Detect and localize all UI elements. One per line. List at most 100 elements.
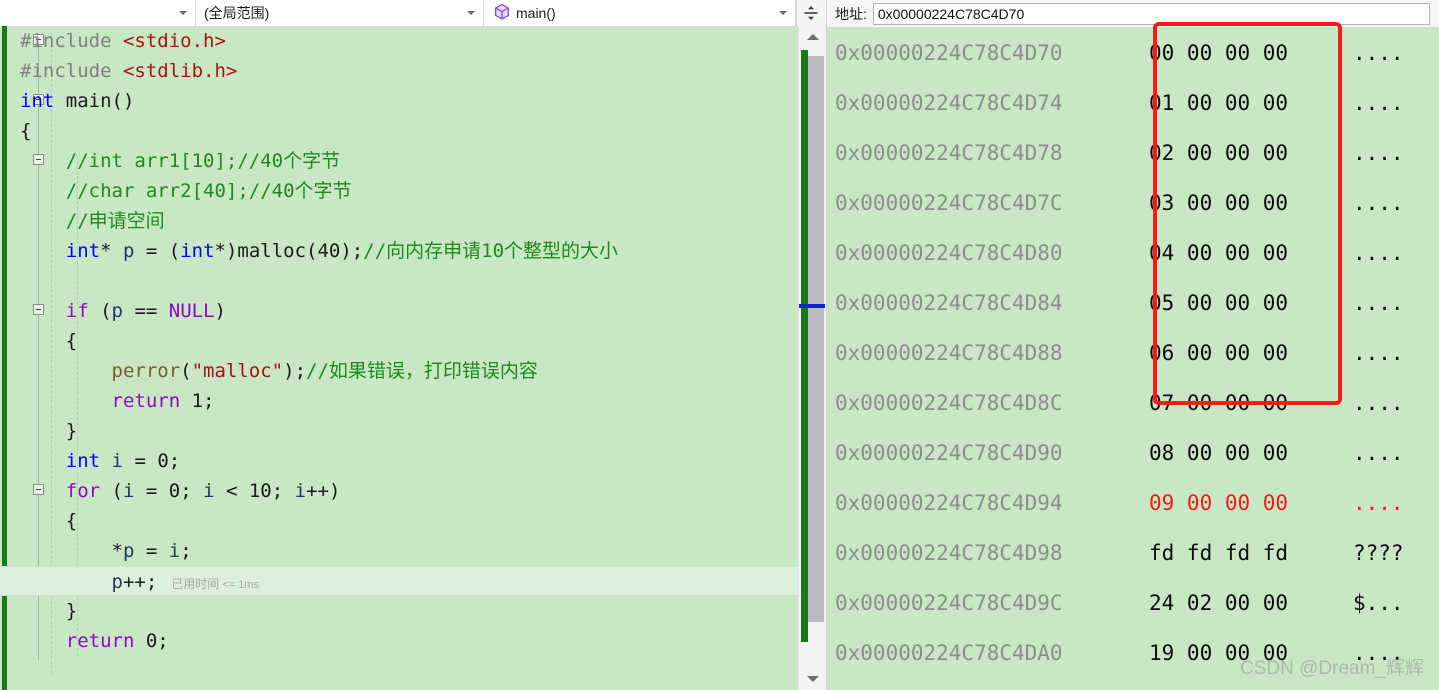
memory-row[interactable]: 0x00000224C78C4D9C 24 02 00 00 $... xyxy=(827,578,1439,628)
code-token: ( xyxy=(100,480,123,502)
code-line[interactable] xyxy=(0,656,826,686)
code-line[interactable]: //申请空间 xyxy=(0,206,826,236)
memory-row-hex: 00 00 00 00 xyxy=(1149,41,1289,65)
memory-row-hex: 01 00 00 00 xyxy=(1149,91,1289,115)
code-line[interactable]: return 1; xyxy=(0,386,826,416)
code-token: //int arr1[10];//40个字节 xyxy=(20,150,341,172)
memory-row-hex: 19 00 00 00 xyxy=(1149,641,1289,665)
code-line[interactable]: #include <stdlib.h> xyxy=(0,56,826,86)
memory-row[interactable]: 0x00000224C78C4D8C 07 00 00 00.... xyxy=(827,378,1439,428)
code-token: //向内存申请10个整型的大小 xyxy=(363,240,619,262)
code-line[interactable]: if (p == NULL) xyxy=(0,296,826,326)
scrollbar-thumb[interactable] xyxy=(808,56,824,622)
code-line[interactable]: } xyxy=(0,596,826,626)
scroll-down-arrow-icon[interactable] xyxy=(799,668,827,690)
code-token: return xyxy=(111,390,181,412)
split-view-icon[interactable] xyxy=(796,0,825,26)
code-token: } xyxy=(20,420,78,442)
code-line[interactable]: //int arr1[10];//40个字节 xyxy=(0,146,826,176)
code-token: ( xyxy=(180,360,192,382)
code-line[interactable]: { xyxy=(0,506,826,536)
code-line[interactable]: return 0; xyxy=(0,626,826,656)
chevron-down-icon[interactable] xyxy=(775,0,791,26)
code-line[interactable]: { xyxy=(0,326,826,356)
code-token: i xyxy=(294,480,307,502)
code-token: ++; xyxy=(122,571,158,593)
memory-row[interactable]: 0x00000224C78C4D74 01 00 00 00.... xyxy=(827,78,1439,128)
code-token: return xyxy=(65,630,135,652)
memory-address-input[interactable] xyxy=(872,2,1430,25)
memory-row-hex: 07 00 00 00 xyxy=(1149,391,1289,415)
code-token: i xyxy=(203,480,215,502)
scrollbar-change-indicator xyxy=(801,50,808,642)
memory-row-ascii: .... xyxy=(1353,241,1404,265)
editor-vertical-scrollbar[interactable] xyxy=(798,26,826,690)
code-line[interactable]: perror("malloc");//如果错误，打印错误内容 xyxy=(0,356,826,386)
scroll-up-arrow-icon[interactable] xyxy=(799,26,827,48)
memory-row-hex: 09 00 00 00 xyxy=(1149,491,1289,515)
code-token: == xyxy=(123,300,169,322)
code-line[interactable]: int* p = (int*)malloc(40);//向内存申请10个整型的大… xyxy=(0,236,826,266)
symbol-selector-label: main() xyxy=(516,5,556,21)
code-line[interactable]: } xyxy=(0,416,826,446)
symbol-selector-dropdown[interactable]: main() xyxy=(484,0,796,26)
code-line[interactable]: for (i = 0; i < 10; i++) xyxy=(0,476,826,506)
memory-toolbar: 地址: xyxy=(827,0,1439,28)
code-line[interactable]: //char arr2[40];//40个字节 xyxy=(0,176,826,206)
code-line[interactable] xyxy=(0,266,826,296)
code-token: } xyxy=(20,600,78,622)
code-token: { xyxy=(20,120,32,142)
code-token: < 10; xyxy=(214,480,295,502)
memory-row[interactable]: 0x00000224C78C4D94 09 00 00 00.... xyxy=(827,478,1439,528)
code-text-area[interactable]: #include <stdio.h> #include <stdlib.h> int… xyxy=(0,26,826,690)
project-selector-dropdown[interactable] xyxy=(0,0,196,26)
memory-row-ascii: .... xyxy=(1353,341,1404,365)
memory-row[interactable]: 0x00000224C78C4D80 04 00 00 00.... xyxy=(827,228,1439,278)
scope-selector-dropdown[interactable]: (全局范围) xyxy=(196,0,484,26)
code-line[interactable]: int i = 0; xyxy=(0,446,826,476)
code-line-current[interactable]: p++; 已用时间 <= 1ms xyxy=(0,566,826,596)
code-token: int xyxy=(20,90,55,112)
code-token: for xyxy=(65,480,101,502)
memory-row[interactable]: 0x00000224C78C4D84 05 00 00 00.... xyxy=(827,278,1439,328)
memory-row-address: 0x00000224C78C4DA0 xyxy=(835,641,1063,665)
chevron-down-icon[interactable] xyxy=(463,0,479,26)
chevron-down-icon[interactable] xyxy=(175,0,191,26)
memory-row[interactable]: 0x00000224C78C4D90 08 00 00 00.... xyxy=(827,428,1439,478)
code-line[interactable]: *p = i; xyxy=(0,536,826,566)
memory-row-ascii: .... xyxy=(1353,291,1404,315)
code-token: *)malloc(40); xyxy=(214,240,364,262)
memory-row[interactable]: 0x00000224C78C4D7C 03 00 00 00.... xyxy=(827,178,1439,228)
code-line[interactable]: { xyxy=(0,116,826,146)
code-line[interactable]: int main() xyxy=(0,86,826,116)
code-token: p xyxy=(122,240,135,262)
memory-row-hex: 05 00 00 00 xyxy=(1149,291,1289,315)
memory-row-hex: 02 00 00 00 xyxy=(1149,141,1289,165)
memory-row[interactable]: 0x00000224C78C4DA400 00 00 00.... xyxy=(827,678,1439,690)
memory-row-address: 0x00000224C78C4D74 xyxy=(835,91,1063,115)
memory-row-address: 0x00000224C78C4D90 xyxy=(835,441,1063,465)
memory-row-hex: 04 00 00 00 xyxy=(1149,241,1289,265)
code-token: p xyxy=(122,540,135,562)
memory-row[interactable]: 0x00000224C78C4D78 02 00 00 00.... xyxy=(827,128,1439,178)
scope-selector-label: (全局范围) xyxy=(204,5,270,21)
elapsed-time-annotation: 已用时间 <= 1ms xyxy=(157,577,259,591)
memory-row[interactable]: 0x00000224C78C4D70 00 00 00 00.... xyxy=(827,28,1439,78)
code-lines-container: #include <stdio.h> #include <stdlib.h> int… xyxy=(0,26,826,690)
code-token: //申请空间 xyxy=(20,210,165,232)
memory-row-hex: 00 00 00 00 xyxy=(1149,678,1339,690)
memory-row-address: 0x00000224C78C4D78 xyxy=(835,141,1063,165)
code-token: * xyxy=(20,540,123,562)
memory-row[interactable]: 0x00000224C78C4D98 fd fd fd fd???? xyxy=(827,528,1439,578)
memory-row[interactable]: 0x00000224C78C4D88 06 00 00 00.... xyxy=(827,328,1439,378)
code-token: i xyxy=(111,450,123,472)
editor-navigation-bar: (全局范围) main() xyxy=(0,0,826,26)
code-line[interactable]: #include <stdio.h> xyxy=(0,26,826,56)
memory-window-pane: 地址: 0x00000224C78C4D7000 00 00 00.... 0x0… xyxy=(826,0,1439,690)
memory-row[interactable]: 0x00000224C78C4DA0 19 00 00 00.... xyxy=(827,628,1439,678)
code-token: if xyxy=(65,300,89,322)
